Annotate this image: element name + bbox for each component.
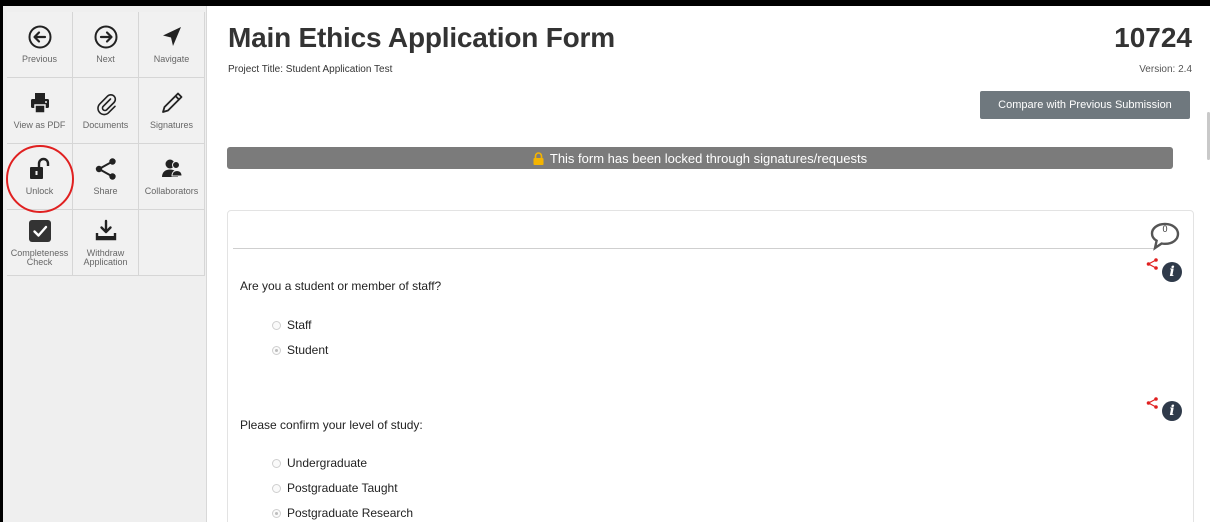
radio-undergraduate[interactable] xyxy=(272,458,281,468)
arrow-right-circle-icon xyxy=(94,25,117,49)
checkbox-checked-icon xyxy=(28,220,51,242)
unlock-label: Unlock xyxy=(25,186,54,196)
version-label: Version: 2.4 xyxy=(1139,64,1192,75)
arrow-left-circle-icon xyxy=(28,25,51,49)
info-question-1-icon[interactable]: i xyxy=(1162,262,1182,282)
project-title: Project Title: Student Application Test xyxy=(228,64,393,75)
locked-banner-text: This form has been locked through signat… xyxy=(549,150,868,166)
share-icon xyxy=(95,158,116,180)
question-1-text: Are you a student or member of staff? xyxy=(240,279,442,293)
view-as-pdf-label: View as PDF xyxy=(13,120,66,130)
form-panel xyxy=(227,210,1194,522)
withdraw-label: Withdraw Application xyxy=(83,248,128,267)
next-button[interactable]: Next xyxy=(73,12,139,78)
option-staff[interactable]: Staff xyxy=(272,318,311,332)
users-icon xyxy=(161,159,183,177)
printer-icon xyxy=(30,93,49,114)
page-title: Main Ethics Application Form xyxy=(228,22,615,53)
navigation-arrow-icon xyxy=(162,27,181,46)
locked-banner: This form has been locked through signat… xyxy=(227,147,1173,169)
unlock-icon xyxy=(29,157,49,179)
share-question-1-icon[interactable] xyxy=(1146,258,1158,270)
collaborators-label: Collaborators xyxy=(144,186,199,196)
download-tray-icon xyxy=(95,219,116,241)
option-postgraduate-research[interactable]: Postgraduate Research xyxy=(272,506,413,520)
previous-button[interactable]: Previous xyxy=(7,12,73,78)
share-label: Share xyxy=(93,186,118,196)
documents-label: Documents xyxy=(82,120,129,130)
completeness-check-button[interactable]: Completeness Check xyxy=(7,210,73,276)
radio-student[interactable] xyxy=(272,345,281,355)
share-button[interactable]: Share xyxy=(73,144,139,210)
share-question-2-icon[interactable] xyxy=(1146,397,1158,409)
completeness-label: Completeness Check xyxy=(10,248,69,267)
application-number: 10724 xyxy=(1114,22,1192,53)
previous-label: Previous xyxy=(21,54,57,64)
comment-count: 0 xyxy=(1162,224,1168,234)
info-question-2-icon[interactable]: i xyxy=(1162,401,1182,421)
toolbar-empty-cell xyxy=(139,210,205,276)
section-divider xyxy=(233,248,1155,249)
pencil-icon xyxy=(161,92,182,113)
documents-button[interactable]: Documents xyxy=(73,78,139,144)
signatures-button[interactable]: Signatures xyxy=(139,78,205,144)
radio-postgraduate-taught[interactable] xyxy=(272,483,281,493)
toolbar-grid: Previous Next Navigate View as PDF Docum… xyxy=(7,12,205,276)
withdraw-application-button[interactable]: Withdraw Application xyxy=(73,210,139,276)
navigate-label: Navigate xyxy=(153,54,190,64)
option-postgraduate-taught[interactable]: Postgraduate Taught xyxy=(272,481,398,495)
paperclip-icon xyxy=(96,93,116,116)
navigate-button[interactable]: Navigate xyxy=(139,12,205,78)
option-student[interactable]: Student xyxy=(272,343,328,357)
toolbar-sidebar: Previous Next Navigate View as PDF Docum… xyxy=(3,6,207,522)
collaborators-button[interactable]: Collaborators xyxy=(139,144,205,210)
unlock-button[interactable]: Unlock xyxy=(7,144,73,210)
next-label: Next xyxy=(96,54,115,64)
compare-with-previous-button[interactable]: Compare with Previous Submission xyxy=(980,91,1190,119)
padlock-icon xyxy=(533,151,544,165)
signatures-label: Signatures xyxy=(149,120,194,130)
question-2-text: Please confirm your level of study: xyxy=(240,418,423,432)
view-as-pdf-button[interactable]: View as PDF xyxy=(7,78,73,144)
option-undergraduate[interactable]: Undergraduate xyxy=(272,456,367,470)
radio-staff[interactable] xyxy=(272,320,281,330)
radio-postgraduate-research[interactable] xyxy=(272,508,281,518)
